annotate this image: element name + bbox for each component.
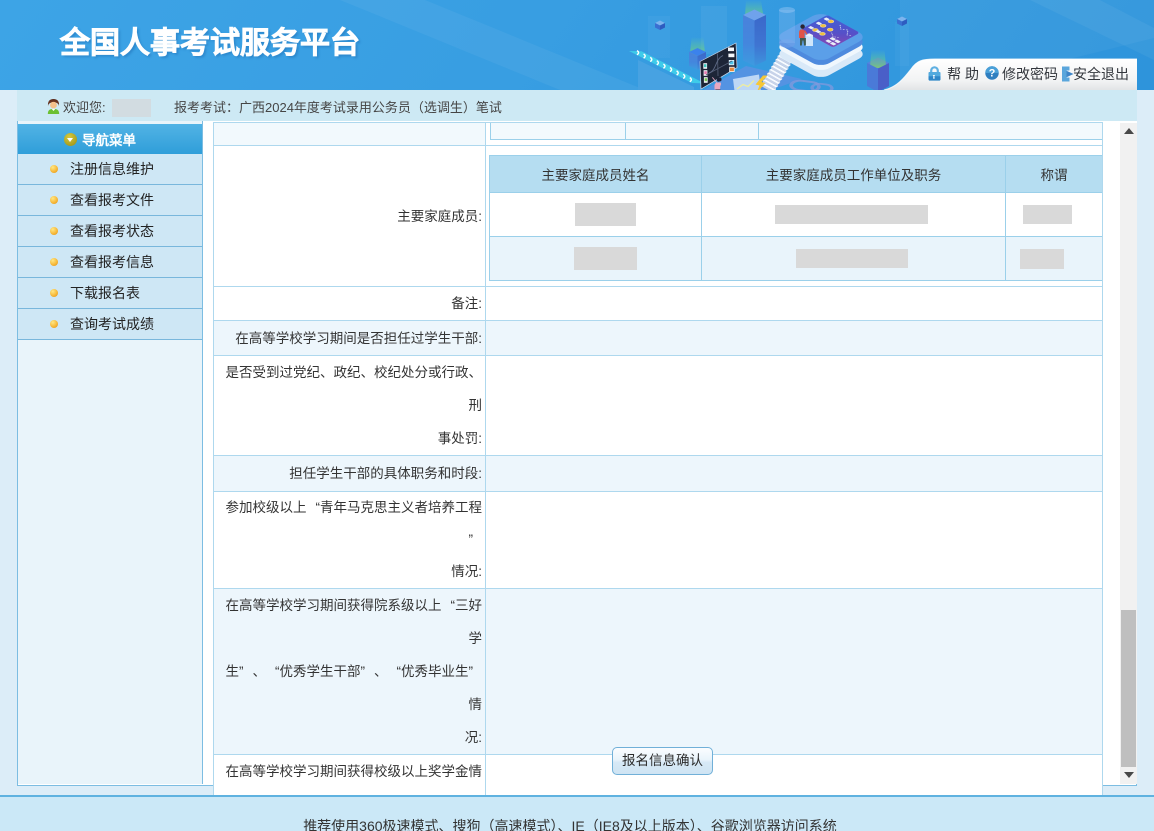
svg-text:?: ? bbox=[989, 67, 996, 79]
